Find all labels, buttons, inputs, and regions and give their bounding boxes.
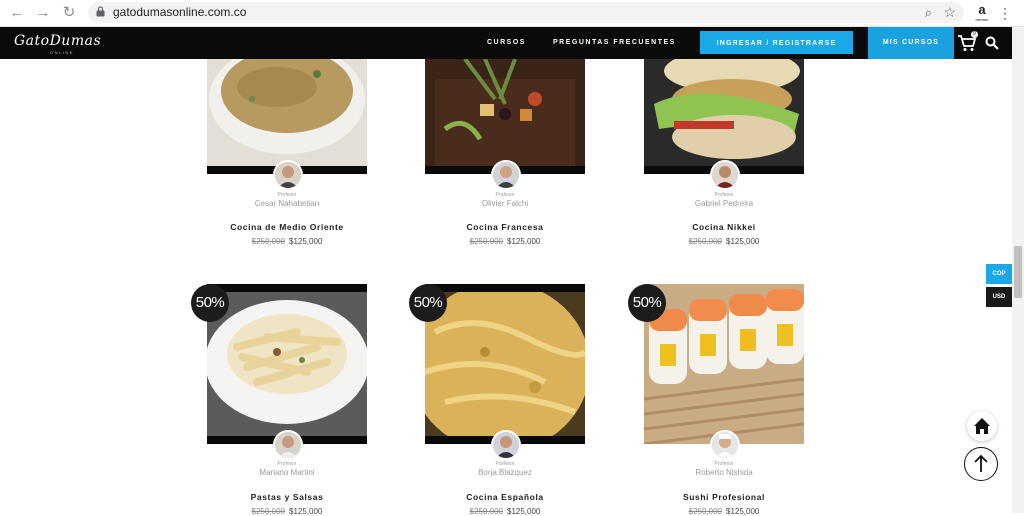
professor-avatar xyxy=(710,430,740,460)
search-icon[interactable] xyxy=(985,36,999,50)
currency-usd-button[interactable]: USD xyxy=(986,287,1012,307)
reload-icon[interactable]: ↻ xyxy=(60,4,78,22)
professor-name: Cesar Nahabetian xyxy=(254,199,320,208)
current-price: $125,000 xyxy=(289,237,323,246)
discount-badge: 50% xyxy=(409,284,447,322)
course-title[interactable]: Cocina Española xyxy=(425,492,585,502)
lock-icon xyxy=(96,6,105,17)
url-text: gatodumasonline.com.co xyxy=(113,5,247,19)
cart-count-badge: 0 xyxy=(971,31,978,38)
currency-cop-button[interactable]: COP xyxy=(986,264,1012,284)
browser-menu-icon[interactable]: ⋮ xyxy=(998,4,1012,22)
photo-top-bar xyxy=(207,284,367,292)
professor-avatar xyxy=(491,430,521,460)
photo-top-bar xyxy=(425,284,585,292)
course-image[interactable] xyxy=(425,292,585,442)
professor-avatar xyxy=(491,160,521,190)
professor-label: Profesor xyxy=(495,192,515,198)
course-title[interactable]: Cocina Nikkei xyxy=(644,222,804,232)
browser-toolbar: ← → ↻ gatodumasonline.com.co ⌕ ☆ a hmmm … xyxy=(0,0,1024,27)
professor-name: Gabriel Pedreira xyxy=(694,199,754,208)
professor-label: Profesor xyxy=(277,192,297,198)
course-price: $250,000 $125,000 xyxy=(644,237,804,246)
back-icon[interactable]: ← xyxy=(8,4,26,22)
professor-name: Borja Blazquez xyxy=(478,468,532,477)
professor-name: Olivier Falchi xyxy=(481,199,529,208)
forward-icon[interactable]: → xyxy=(34,4,52,22)
course-price: $250,000 $125,000 xyxy=(425,237,585,246)
address-bar[interactable]: gatodumasonline.com.co ⌕ ☆ xyxy=(88,2,964,23)
course-title[interactable]: Cocina de Medio Oriente xyxy=(207,222,367,232)
course-title[interactable]: Sushi Profesional xyxy=(644,492,804,502)
course-title[interactable]: Pastas y Salsas xyxy=(207,492,367,502)
site-header: GatoDumas ONLINE CURSOS PREGUNTAS FRECUE… xyxy=(0,27,1012,59)
old-price: $250,000 xyxy=(469,237,503,246)
my-courses-button[interactable]: MIS CURSOS xyxy=(868,27,954,59)
zoom-icon[interactable]: ⌕ xyxy=(925,5,932,21)
site-logo-subtitle: ONLINE xyxy=(50,50,74,55)
back-to-top-button[interactable] xyxy=(964,447,998,481)
old-price: $250,000 xyxy=(688,507,722,516)
discount-badge: 50% xyxy=(191,284,229,322)
old-price: $250,000 xyxy=(469,507,503,516)
old-price: $250,000 xyxy=(251,507,285,516)
course-price: $250,000 $125,000 xyxy=(425,507,585,516)
professor-avatar xyxy=(710,160,740,190)
professor-name: Roberto Nishida xyxy=(695,468,753,477)
current-price: $125,000 xyxy=(507,507,541,516)
course-image[interactable] xyxy=(207,59,367,166)
course-price: $250,000 $125,000 xyxy=(207,237,367,246)
home-icon xyxy=(974,418,990,434)
nav-link-preguntas-frecuentes[interactable]: PREGUNTAS FRECUENTES xyxy=(553,39,676,46)
current-price: $125,000 xyxy=(726,507,760,516)
site-logo[interactable]: GatoDumas xyxy=(14,33,101,49)
course-image[interactable] xyxy=(425,59,585,166)
current-price: $125,000 xyxy=(507,237,541,246)
scrollbar-thumb[interactable] xyxy=(1014,246,1022,298)
discount-badge: 50% xyxy=(628,284,666,322)
course-price: $250,000 $125,000 xyxy=(207,507,367,516)
login-register-button[interactable]: INGRESAR / REGISTRARSE xyxy=(700,31,853,54)
professor-avatar xyxy=(273,430,303,460)
professor-label: Profesor xyxy=(714,192,734,198)
professor-label: Profesor xyxy=(277,461,297,467)
professor-label: Profesor xyxy=(714,461,734,467)
current-price: $125,000 xyxy=(726,237,760,246)
professor-label: Profesor xyxy=(495,461,515,467)
course-title[interactable]: Cocina Francesa xyxy=(425,222,585,232)
course-image[interactable] xyxy=(207,292,367,442)
home-button[interactable] xyxy=(967,411,997,441)
arrow-up-icon xyxy=(974,454,988,472)
course-image[interactable] xyxy=(644,284,804,444)
extension-icon[interactable]: a hmmm xyxy=(973,2,991,24)
professor-avatar xyxy=(273,160,303,190)
old-price: $250,000 xyxy=(251,237,285,246)
course-price: $250,000 $125,000 xyxy=(644,507,804,516)
course-image[interactable] xyxy=(644,59,804,166)
old-price: $250,000 xyxy=(688,237,722,246)
professor-name: Mariano Martini xyxy=(259,468,315,477)
current-price: $125,000 xyxy=(289,507,323,516)
nav-link-cursos[interactable]: CURSOS xyxy=(487,39,526,46)
bookmark-star-icon[interactable]: ☆ xyxy=(943,4,956,21)
